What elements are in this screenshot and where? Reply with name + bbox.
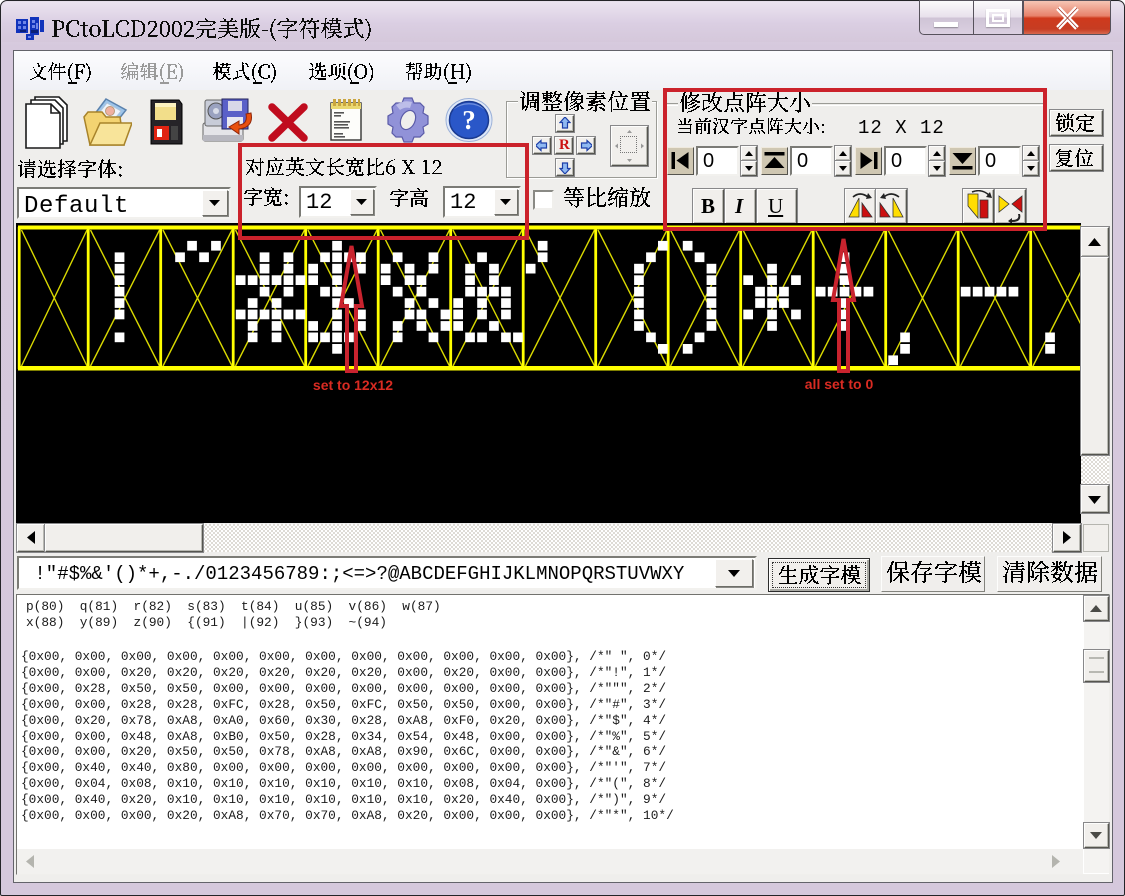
svg-text:?: ? bbox=[462, 105, 476, 135]
